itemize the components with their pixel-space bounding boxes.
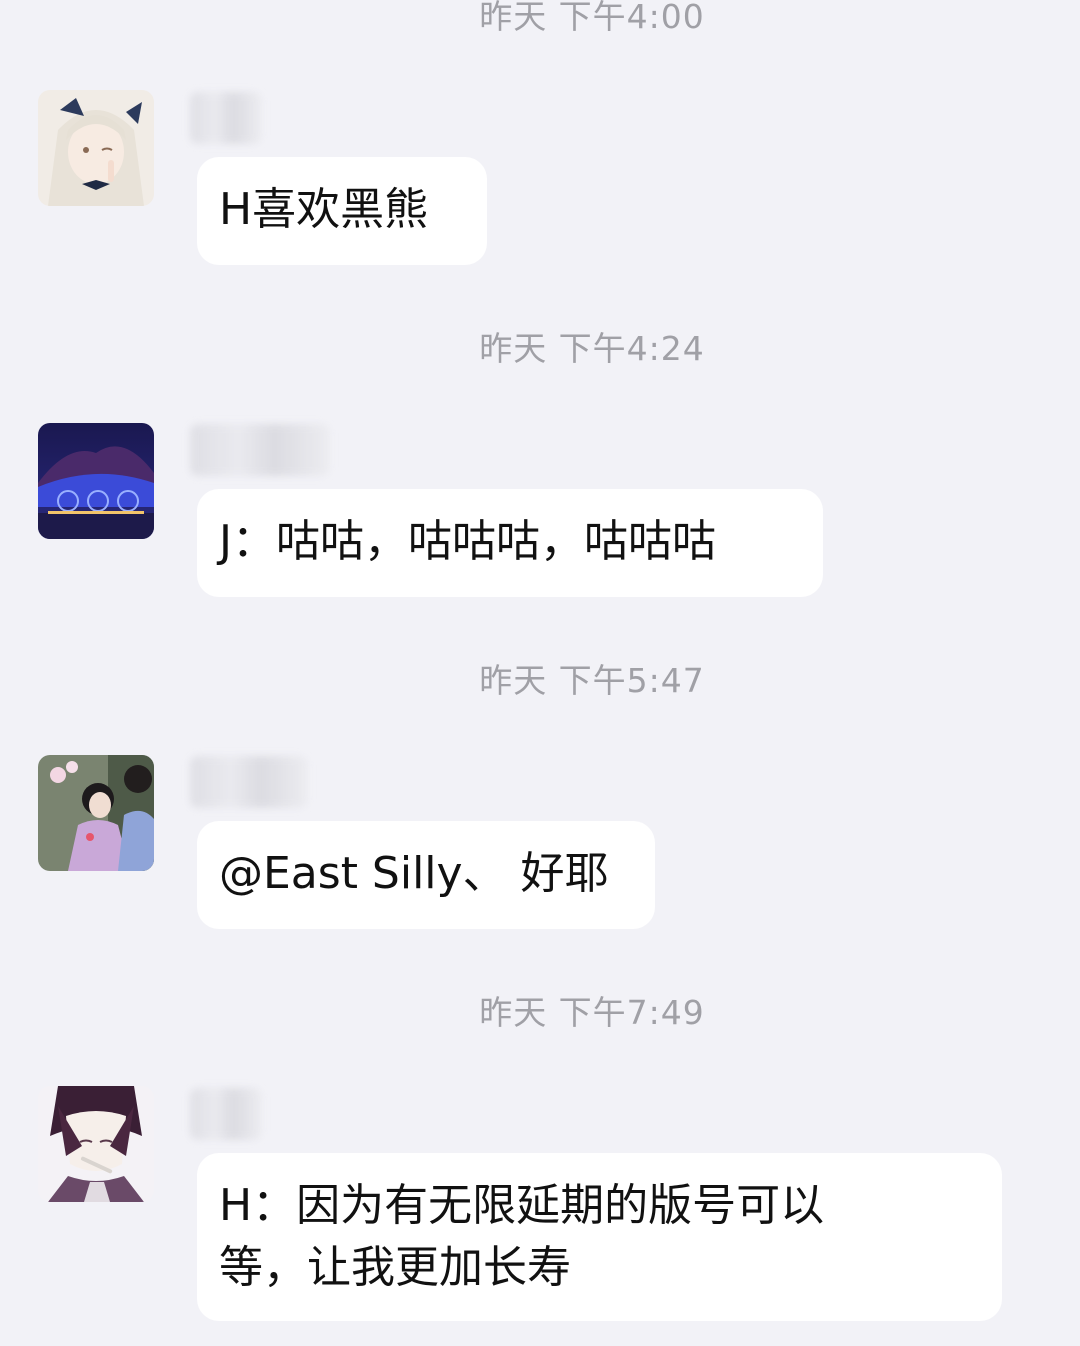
timestamp: 昨天 下午7:49: [479, 993, 705, 1032]
timestamp: 昨天 下午4:00: [479, 0, 705, 36]
avatar-anime-boy-icon[interactable]: [38, 1086, 154, 1202]
sender-name-blurred: [190, 1088, 262, 1140]
message-text-line: H：因为有无限延期的版号可以: [219, 1180, 825, 1231]
avatar-kimono-couple-icon[interactable]: [38, 755, 154, 871]
message-bubble[interactable]: H喜欢黑熊: [197, 157, 487, 265]
timestamp: 昨天 下午4:24: [479, 329, 705, 368]
timestamp: 昨天 下午5:47: [479, 661, 705, 700]
message-text-line: 等，让我更加长寿: [219, 1242, 571, 1293]
message-text: H喜欢黑熊: [219, 184, 429, 235]
avatar-night-stadium-icon[interactable]: [38, 423, 154, 539]
sender-name-blurred: [190, 92, 262, 144]
chat-history: 昨天 下午4:00 H喜欢黑熊 昨天 下午4:24 J：咕咕，咕咕咕，咕咕咕 昨…: [0, 0, 1080, 1346]
message-bubble[interactable]: H：因为有无限延期的版号可以 等，让我更加长寿: [197, 1153, 1002, 1321]
sender-name-blurred: [190, 424, 330, 476]
message-bubble[interactable]: J：咕咕，咕咕咕，咕咕咕: [197, 489, 823, 597]
sender-name-blurred: [190, 756, 308, 808]
message-text: J：咕咕，咕咕咕，咕咕咕: [219, 516, 716, 567]
message-bubble[interactable]: @East Silly、 好耶: [197, 821, 655, 929]
message-text: @East Silly、 好耶: [219, 848, 609, 899]
avatar-anime-girl-icon[interactable]: [38, 90, 154, 206]
